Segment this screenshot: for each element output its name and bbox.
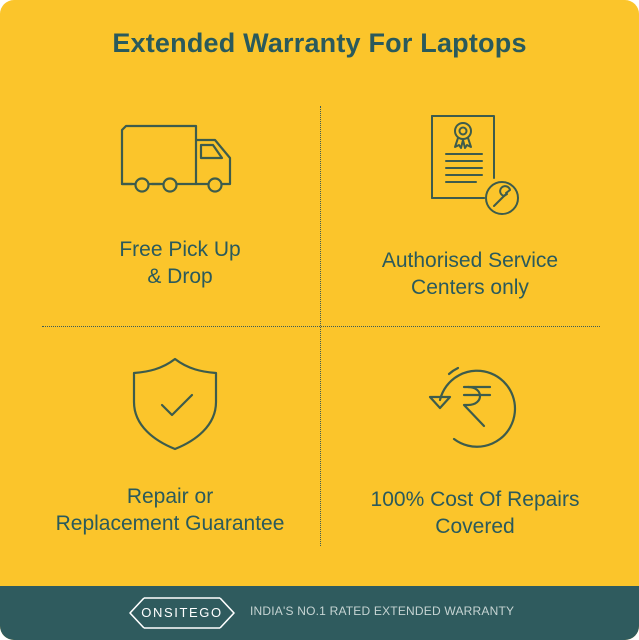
page-title: Extended Warranty For Laptops: [112, 28, 527, 58]
truck-icon: [120, 124, 232, 193]
onsitego-logo: ONSITEGO: [128, 597, 236, 629]
footer-tagline: INDIA'S NO.1 RATED EXTENDED WARRANTY: [250, 604, 515, 618]
shield-check-icon: [132, 357, 218, 451]
warranty-card: Extended Warranty For Laptops Free Pick …: [0, 0, 639, 640]
logo-text: ONSITEGO: [141, 605, 223, 620]
feature-label-pickup: Free Pick Up & Drop: [119, 238, 241, 288]
rupee-refresh-icon: [428, 366, 517, 448]
feature-label-cost-covered: 100% Cost Of Repairs Covered: [370, 488, 580, 538]
certificate-wrench-icon: [431, 115, 519, 215]
footer-bar: ONSITEGO INDIA'S NO.1 RATED EXTENDED WAR…: [0, 586, 639, 640]
feature-label-service-centers: Authorised Service Centers only: [381, 249, 559, 299]
feature-label-repair-guarantee: Repair or Replacement Guarantee: [55, 485, 285, 535]
horizontal-divider: [42, 326, 600, 327]
